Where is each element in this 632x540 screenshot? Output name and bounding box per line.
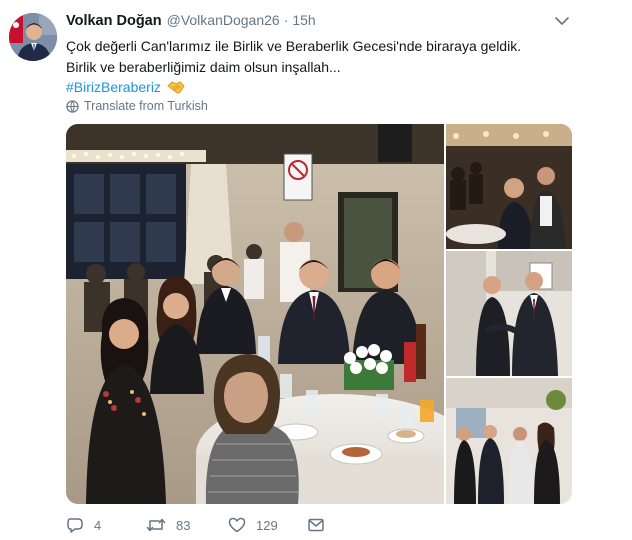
tweet-text: Çok değerli Can'larımız ile Birlik ve Be… [66,36,606,101]
tweet-text-line: Çok değerli Can'larımız ile Birlik ve Be… [66,38,522,54]
avatar[interactable] [9,13,57,61]
chevron-down-icon[interactable] [554,14,570,26]
reply-icon [67,518,83,533]
retweet-icon [146,518,166,532]
media-grid [66,124,572,504]
author-name[interactable]: Volkan Doğan [66,13,162,29]
photo-thumbnail[interactable] [446,251,572,376]
tweet-hashtag-line: #BirizBeraberiz [66,77,606,101]
retweet-button[interactable]: 83 [146,514,190,536]
timestamp[interactable]: 15h [292,12,315,28]
like-count: 129 [256,517,278,533]
retweet-count: 83 [176,517,191,533]
reply-button[interactable]: 4 [66,514,101,536]
author-handle[interactable]: @VolkanDogan26 [167,12,280,28]
reply-count: 4 [94,517,102,533]
direct-message-button[interactable] [307,514,335,536]
tweet[interactable]: Volkan Doğan @VolkanDogan26 · 15h Çok de… [0,0,632,540]
envelope-icon [308,518,324,532]
photo-main[interactable] [66,124,444,504]
photo-thumbnail[interactable] [446,124,572,249]
tweet-header: Volkan Doğan @VolkanDogan26 · 15h [66,12,316,32]
separator-dot: · [283,12,289,28]
tweet-actions: 4 83 129 [66,514,366,536]
globe-icon [66,99,79,113]
like-button[interactable]: 129 [228,514,278,536]
hashtag-link[interactable]: #BirizBeraberiz [66,79,161,95]
photo-thumbnail[interactable] [446,378,572,504]
translate-link[interactable]: Translate from Turkish [66,98,208,114]
tweet-text-line: Birlik ve beraberliğimiz daim olsun inşa… [66,58,341,75]
heart-icon [228,517,246,533]
translate-label: Translate from Turkish [84,99,208,113]
